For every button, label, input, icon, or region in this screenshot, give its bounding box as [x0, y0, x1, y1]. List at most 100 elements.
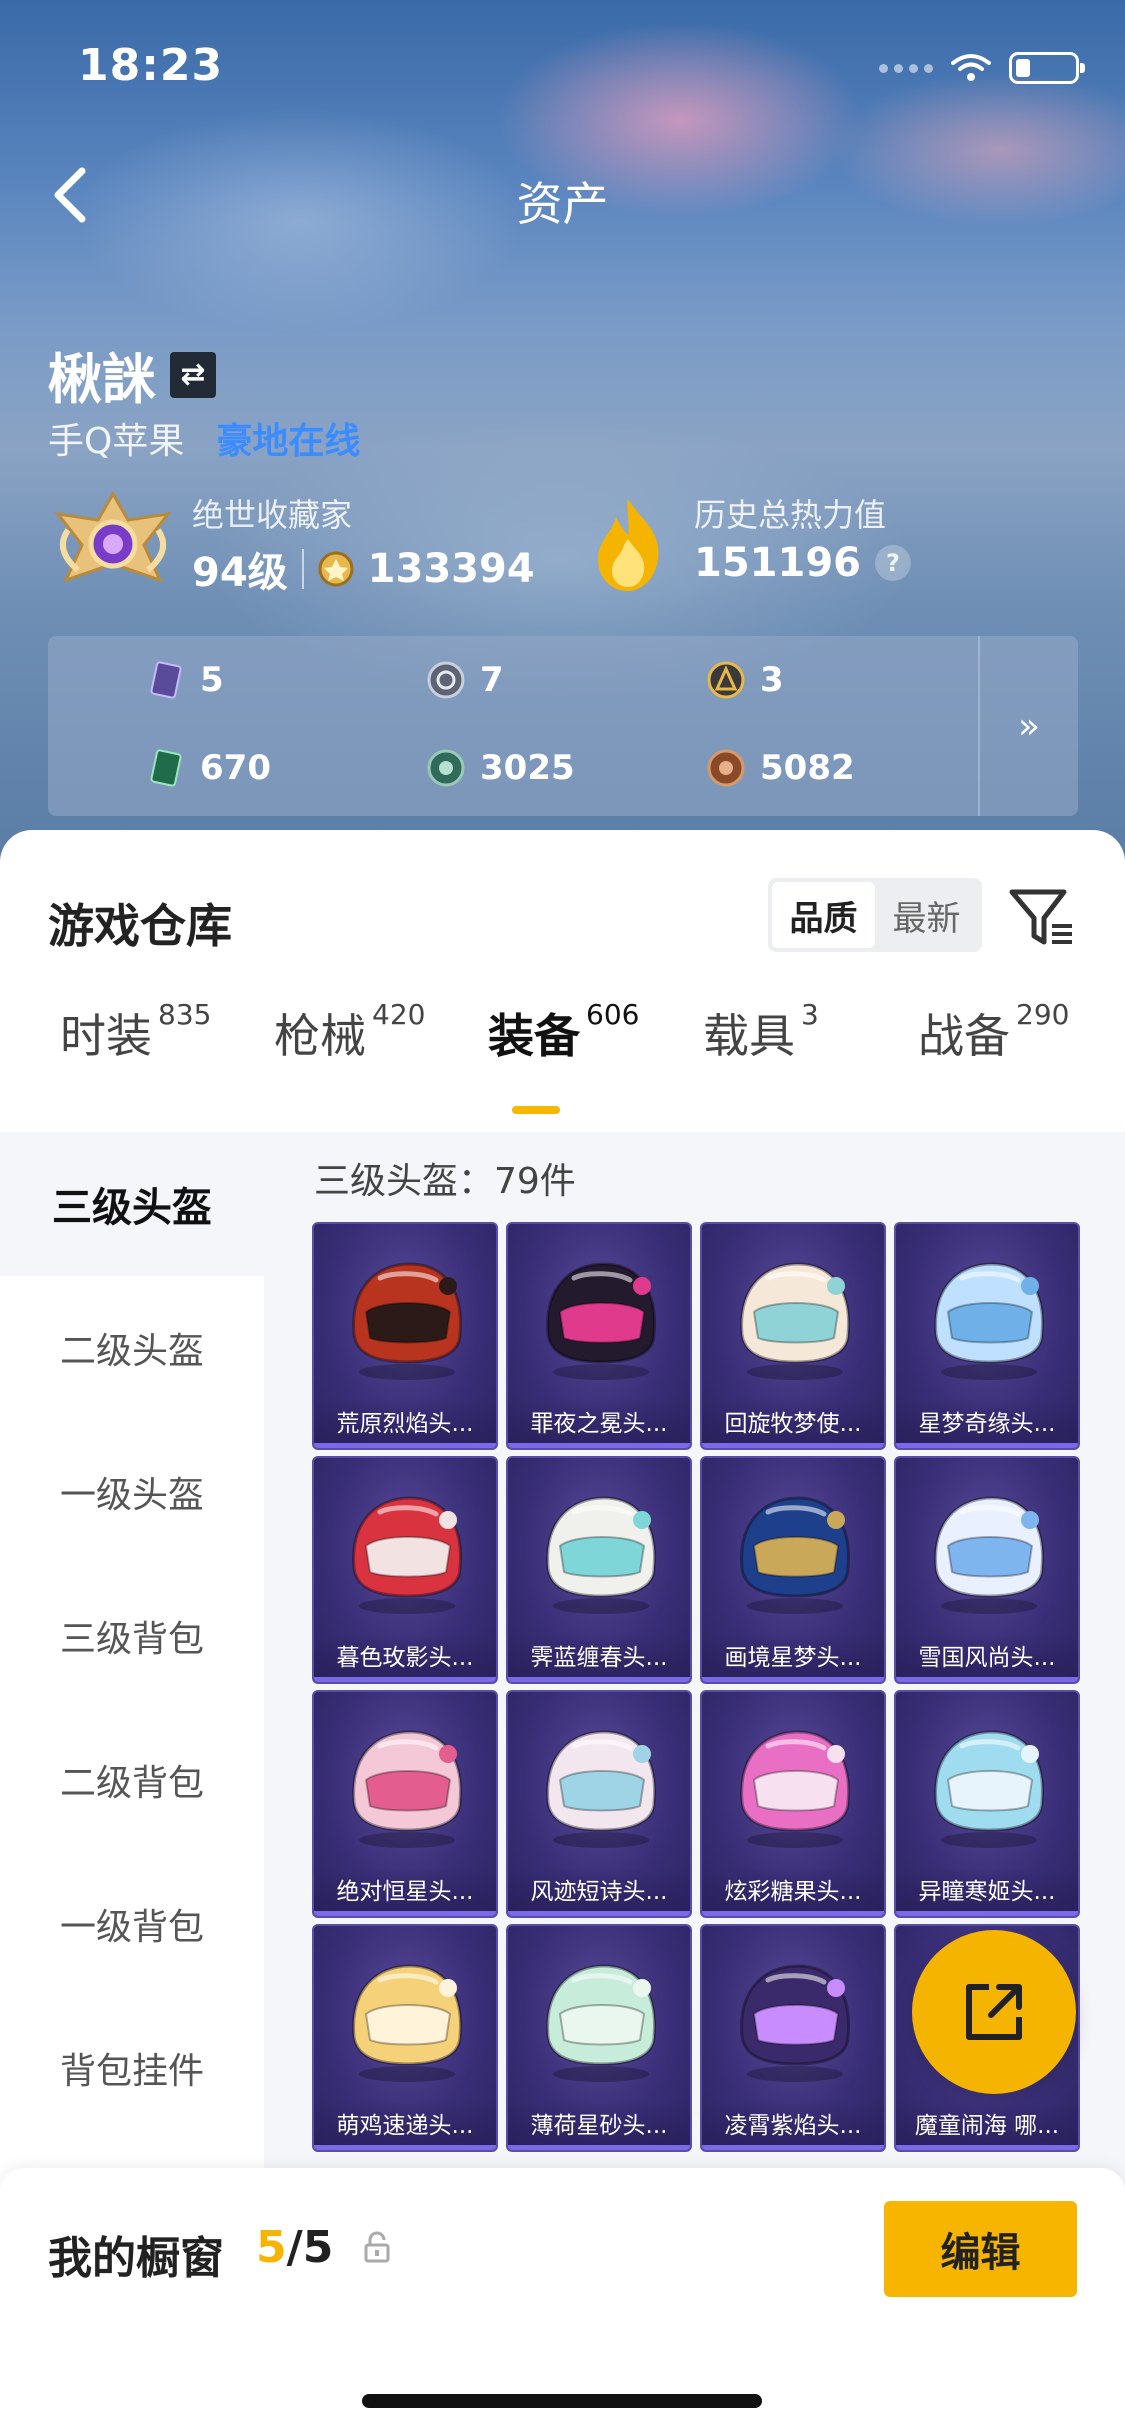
green-card-icon: [150, 749, 182, 787]
switch-account-icon[interactable]: ⇄: [170, 351, 216, 398]
currency-value: 5: [200, 660, 224, 700]
item-name: 风迹短诗头...: [508, 1868, 690, 1916]
helmet-icon: [934, 1730, 1045, 1848]
item-card[interactable]: 异瞳寒姬头...: [894, 1690, 1080, 1918]
rarity-bar: [702, 1443, 884, 1448]
fire-icon: [598, 499, 659, 591]
rarity-bar: [314, 2145, 496, 2150]
sidebar-item-level2-backpack[interactable]: 二级背包: [0, 1708, 264, 1852]
username: 楸詸: [48, 348, 156, 411]
collector-title: 绝世收藏家: [192, 496, 353, 534]
tab-gear[interactable]: 战备 290: [918, 998, 1069, 1066]
helmet-icon: [546, 1496, 657, 1614]
username-row: 楸詸 ⇄: [48, 335, 216, 414]
heat-title: 历史总热力值: [694, 496, 887, 534]
sidebar-item-level1-helmet[interactable]: 一级头盔: [0, 1420, 264, 1564]
helmet-icon: [352, 1262, 463, 1380]
helmet-icon: [740, 1730, 851, 1848]
filter-icon[interactable]: [1006, 882, 1076, 952]
item-card[interactable]: 回旋牧梦使...: [700, 1222, 886, 1450]
helmet-icon: [934, 1496, 1045, 1614]
tab-fashion[interactable]: 时装 835: [60, 998, 212, 1066]
item-card[interactable]: 荒原烈焰头...: [312, 1222, 498, 1450]
item-card[interactable]: 薄荷星砂头...: [506, 1924, 692, 2152]
sort-by-newest[interactable]: 最新: [875, 882, 978, 948]
currency-grid: 5 7 3 670 3025 5082: [96, 636, 976, 816]
edit-button[interactable]: 编辑: [884, 2201, 1077, 2297]
showcase-count: 5/5: [256, 2222, 333, 2273]
tab-weapons[interactable]: 枪械 420: [274, 998, 426, 1066]
currency-item: 670: [96, 724, 376, 812]
item-card[interactable]: 画境星梦头...: [700, 1456, 886, 1684]
item-card[interactable]: 炫彩糖果头...: [700, 1690, 886, 1918]
tab-label: 时装: [60, 1009, 152, 1063]
tab-equipment[interactable]: 装备 606: [488, 998, 639, 1066]
item-name: 绝对恒星头...: [314, 1868, 496, 1916]
item-card[interactable]: 绝对恒星头...: [312, 1690, 498, 1918]
rarity-bar: [896, 1443, 1078, 1448]
currency-item: 3025: [376, 724, 656, 812]
item-card[interactable]: 罪夜之冕头...: [506, 1222, 692, 1450]
currency-value: 670: [200, 748, 271, 788]
item-name: 画境星梦头...: [702, 1634, 884, 1682]
showcase-label: 我的橱窗: [48, 2233, 224, 2284]
collection-points: 133394: [367, 546, 535, 592]
rarity-bar: [314, 1443, 496, 1448]
helmet-icon: [352, 1496, 463, 1614]
status-time: 18:23: [78, 40, 224, 91]
share-button[interactable]: [912, 1930, 1076, 2094]
tab-vehicles[interactable]: 载具 3: [703, 998, 819, 1066]
platform-label: 手Q苹果: [48, 421, 185, 462]
currency-value: 7: [480, 660, 504, 700]
rarity-bar: [508, 1443, 690, 1448]
helmet-icon: [546, 1730, 657, 1848]
status-icons: [879, 52, 1085, 84]
item-card[interactable]: 雪国风尚头...: [894, 1456, 1080, 1684]
sort-toggle: 品质 最新: [768, 878, 982, 952]
bronze-coin-icon: [707, 749, 745, 787]
item-name: 凌霄紫焰头...: [702, 2102, 884, 2150]
rarity-bar: [508, 1677, 690, 1682]
sidebar-item-level1-backpack[interactable]: 一级背包: [0, 1852, 264, 1996]
divider: [301, 549, 304, 589]
online-status: 豪地在线: [216, 421, 361, 462]
expand-currencies-button[interactable]: »: [980, 636, 1078, 816]
helmet-icon: [352, 1964, 463, 2082]
rarity-bar: [508, 1911, 690, 1916]
helmet-icon: [546, 1964, 657, 2082]
item-card[interactable]: 暮色玫影头...: [312, 1456, 498, 1684]
showcase-total: /5: [286, 2222, 334, 2273]
item-name: 异瞳寒姬头...: [896, 1868, 1078, 1916]
sort-by-quality[interactable]: 品质: [772, 882, 875, 948]
help-icon[interactable]: ?: [875, 545, 911, 581]
sidebar-item-level3-helmet[interactable]: 三级头盔: [0, 1132, 264, 1276]
item-name: 雪国风尚头...: [896, 1634, 1078, 1682]
rarity-bar: [702, 1677, 884, 1682]
category-tabs: 时装 835 枪械 420 装备 606 载具 3 战备 290: [0, 998, 1125, 1100]
tab-count: 835: [158, 998, 212, 1031]
rarity-bar: [896, 1911, 1078, 1916]
currency-panel: 5 7 3 670 3025 5082 »: [48, 636, 1078, 816]
page-title: 资产: [516, 177, 609, 231]
item-name: 炫彩糖果头...: [702, 1868, 884, 1916]
rarity-bar: [508, 2145, 690, 2150]
active-tab-indicator: [512, 1106, 560, 1114]
currency-value: 3: [760, 660, 784, 700]
purple-card-icon: [150, 661, 182, 699]
sidebar-item-backpack-charm[interactable]: 背包挂件: [0, 1996, 264, 2140]
platform-row: 手Q苹果 豪地在线: [48, 412, 360, 464]
tab-count: 420: [372, 998, 426, 1031]
silver-coin-icon: [427, 661, 465, 699]
item-name: 罪夜之冕头...: [508, 1400, 690, 1448]
item-card[interactable]: 风迹短诗头...: [506, 1690, 692, 1918]
heat-value: 151196: [694, 540, 861, 586]
collector-level: 94级: [192, 550, 288, 596]
item-card[interactable]: 凌霄紫焰头...: [700, 1924, 886, 2152]
tab-label: 装备: [488, 1009, 580, 1063]
item-name: 萌鸡速递头...: [314, 2102, 496, 2150]
item-card[interactable]: 星梦奇缘头...: [894, 1222, 1080, 1450]
sidebar-item-level2-helmet[interactable]: 二级头盔: [0, 1276, 264, 1420]
item-card[interactable]: 萌鸡速递头...: [312, 1924, 498, 2152]
sidebar-item-level3-backpack[interactable]: 三级背包: [0, 1564, 264, 1708]
item-card[interactable]: 霁蓝缠春头...: [506, 1456, 692, 1684]
